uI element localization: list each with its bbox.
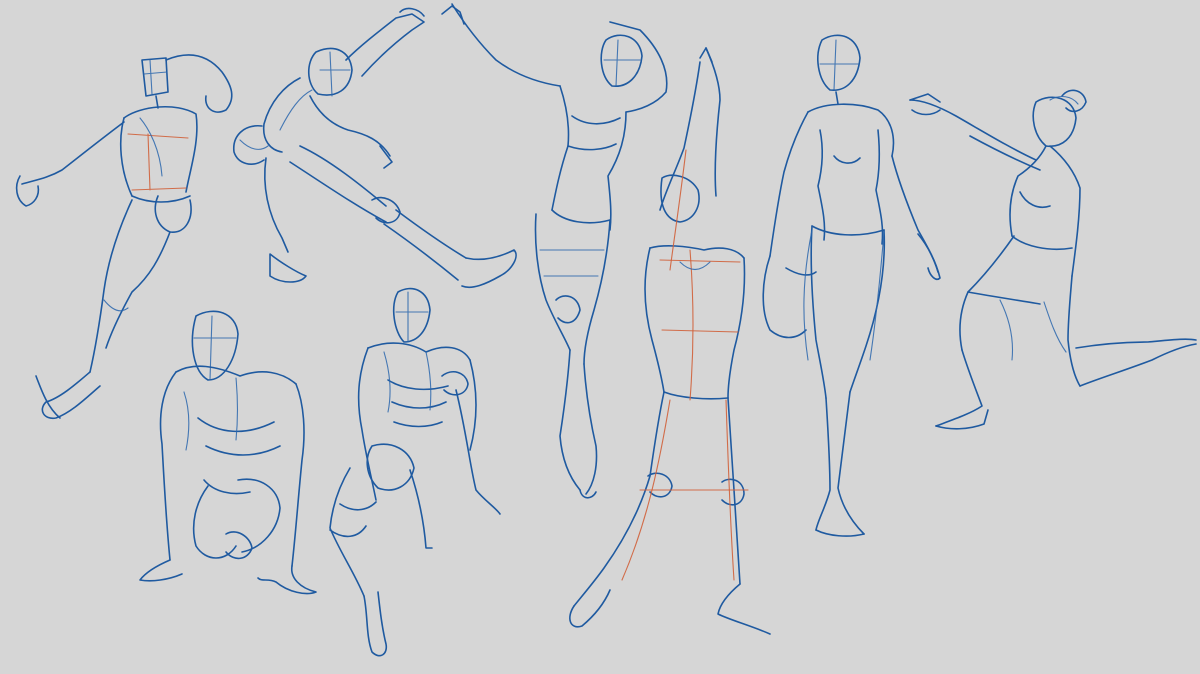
figure-3-crouching-male [139, 310, 317, 595]
figure-2-flying-kick [233, 7, 517, 289]
figure-1-running-lunge [15, 54, 233, 420]
figure-drawing-sheet [15, 3, 1197, 657]
figure-4-seated-male [329, 287, 501, 657]
sketch-canvas [0, 0, 1200, 674]
figure-8-kneeling-reaching [909, 89, 1197, 430]
figure-6-standing-arms-overhead [569, 47, 771, 635]
